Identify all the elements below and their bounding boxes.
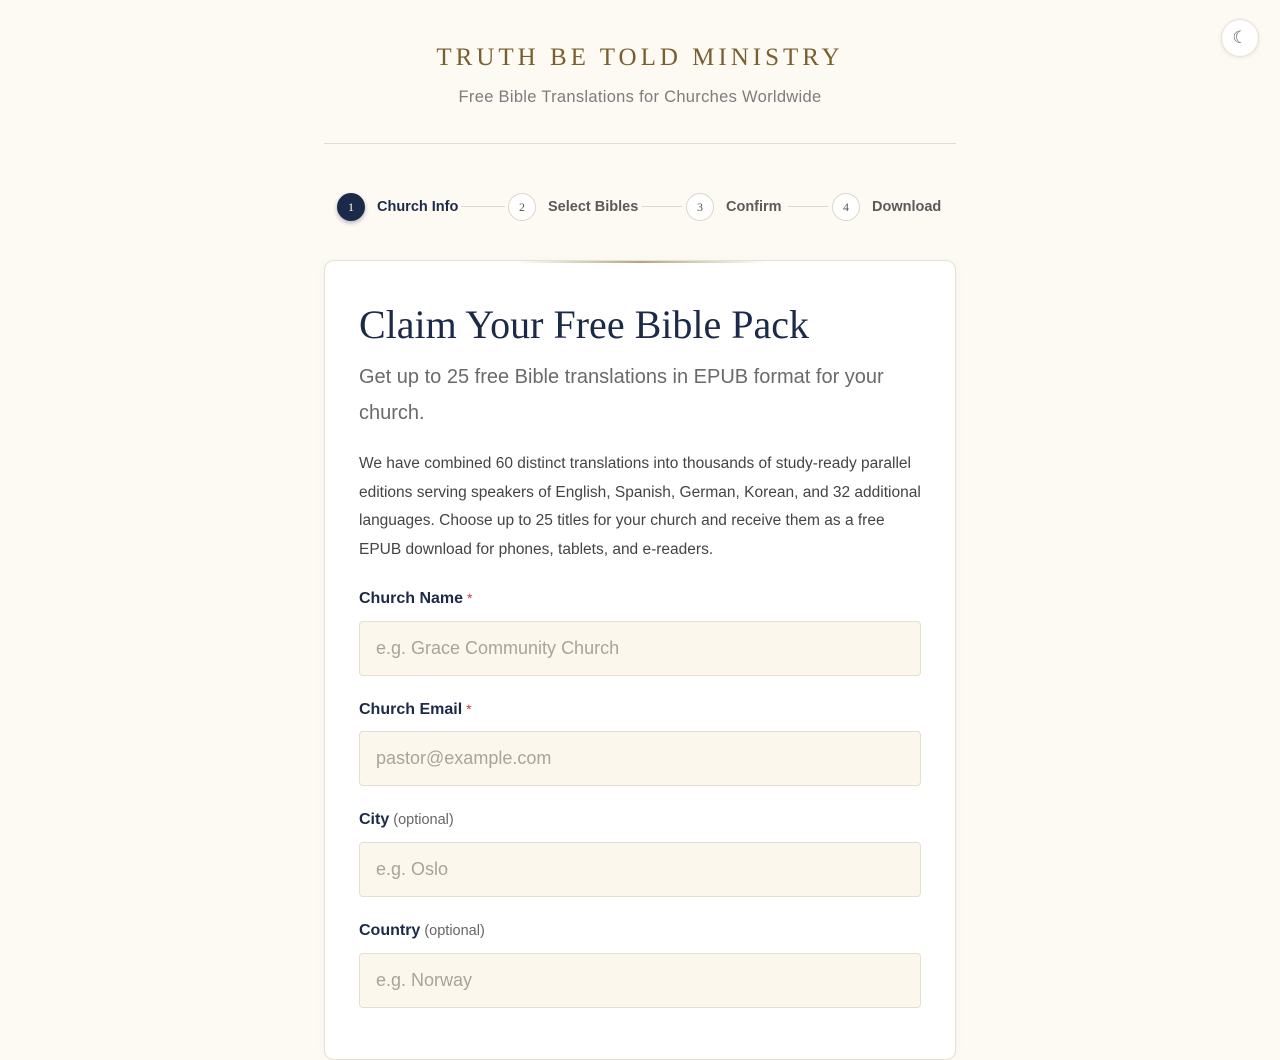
- step-confirm[interactable]: 3 Confirm: [686, 192, 782, 222]
- church-email-label-text: Church Email: [359, 701, 463, 718]
- optional-note: (optional): [393, 812, 454, 828]
- step-download[interactable]: 4 Download: [832, 192, 941, 222]
- step-number: 4: [832, 193, 860, 221]
- step-number: 2: [508, 193, 536, 221]
- step-label: Confirm: [726, 199, 782, 215]
- card-accent-line: [515, 261, 767, 263]
- step-select-bibles[interactable]: 2 Select Bibles: [508, 192, 638, 222]
- required-mark: *: [466, 701, 472, 717]
- country-input[interactable]: [359, 953, 921, 1008]
- site-subtitle: Free Bible Translations for Churches Wor…: [458, 88, 822, 106]
- step-connector: [642, 206, 682, 207]
- step-number: 3: [686, 193, 714, 221]
- header-divider: [324, 143, 956, 144]
- country-label-text: Country: [359, 922, 421, 939]
- step-label: Download: [872, 199, 942, 215]
- city-label: City (optional): [359, 811, 454, 829]
- country-label: Country (optional): [359, 922, 485, 940]
- step-church-info[interactable]: 1 Church Info: [337, 192, 458, 222]
- form-lead: Get up to 25 free Bible translations in …: [359, 366, 884, 424]
- required-mark: *: [467, 590, 473, 606]
- step-connector: [461, 206, 505, 207]
- form-title: Claim Your Free Bible Pack: [359, 302, 809, 347]
- optional-note: (optional): [424, 923, 485, 939]
- claim-form-card: Claim Your Free Bible Pack Get up to 25 …: [324, 260, 956, 1060]
- church-email-input[interactable]: [359, 731, 921, 786]
- step-number: 1: [337, 193, 365, 221]
- city-input[interactable]: [359, 842, 921, 897]
- church-name-label: Church Name *: [359, 590, 472, 608]
- church-name-label-text: Church Name: [359, 590, 464, 607]
- form-description: We have combined 60 distinct translation…: [359, 455, 921, 558]
- step-connector: [788, 206, 828, 207]
- progress-stepper: 1 Church Info 2 Select Bibles 3 Confirm …: [337, 192, 957, 222]
- church-name-input[interactable]: [359, 621, 921, 676]
- church-email-label: Church Email *: [359, 701, 472, 719]
- city-label-text: City: [359, 811, 390, 828]
- step-label: Church Info: [377, 199, 459, 215]
- site-title: TRUTH BE TOLD MINISTRY: [436, 44, 844, 71]
- step-label: Select Bibles: [548, 199, 639, 215]
